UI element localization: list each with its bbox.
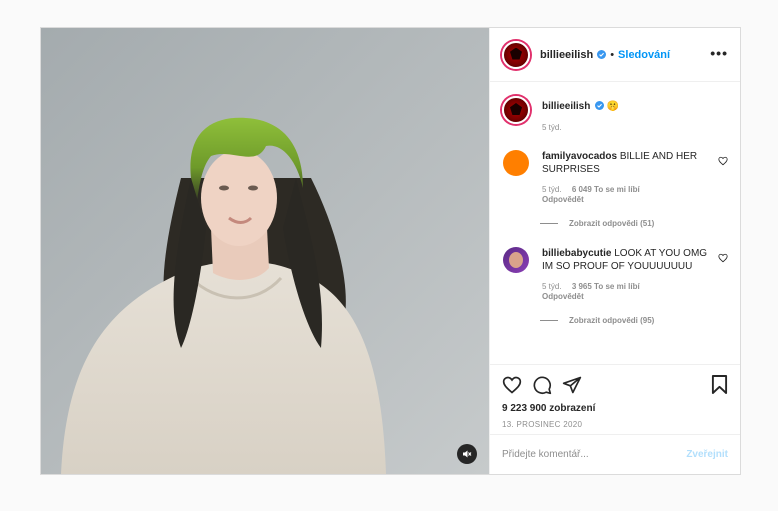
muted-speaker-icon (463, 450, 472, 458)
heart-icon[interactable] (502, 375, 522, 395)
like-comment-icon[interactable] (718, 253, 728, 263)
post-side-panel: billieeilish • Sledování ••• billieeilis… (489, 28, 740, 474)
caption: billieeilish 🤫 5 týd. (502, 96, 728, 133)
reply-button[interactable]: Odpovědět (542, 292, 710, 302)
view-replies-label: Zobrazit odpovědi (95) (569, 316, 655, 325)
post-actions: 9 223 900 zobrazení 13. PROSINEC 2020 (490, 364, 740, 434)
comment-likes[interactable]: 3 965 To se mi líbí (572, 282, 640, 291)
post-comment-button[interactable]: Zveřejnit (686, 449, 728, 460)
follow-button[interactable]: Sledování (618, 49, 670, 61)
caption-emoji: 🤫 (606, 101, 620, 112)
like-comment-icon[interactable] (718, 156, 728, 166)
comment-item: familyavocados BILLIE AND HER SURPRISES … (502, 150, 728, 205)
more-options-icon[interactable]: ••• (710, 44, 728, 62)
view-replies-button[interactable]: Zobrazit odpovědi (51) (540, 219, 728, 228)
post-date[interactable]: 13. PROSINEC 2020 (502, 420, 728, 429)
replies-divider (540, 320, 558, 321)
author-avatar[interactable] (502, 40, 530, 69)
post-video[interactable] (41, 28, 489, 474)
author-username[interactable]: billieeilish (540, 49, 593, 61)
caption-avatar[interactable] (502, 96, 530, 124)
bookmark-icon[interactable] (711, 375, 728, 394)
instagram-post: billieeilish • Sledování ••• billieeilis… (40, 27, 741, 475)
caption-time: 5 týd. (542, 123, 562, 132)
comment-time: 5 týd. (542, 185, 562, 194)
commenter-avatar[interactable] (503, 247, 529, 273)
view-replies-button[interactable]: Zobrazit odpovědi (95) (540, 316, 728, 325)
verified-badge-icon (597, 50, 607, 59)
post-header: billieeilish • Sledování ••• (490, 28, 740, 82)
video-frame (41, 28, 489, 474)
paper-plane-icon[interactable] (562, 375, 582, 395)
reply-button[interactable]: Odpovědět (542, 195, 710, 205)
comment-time: 5 týd. (542, 282, 562, 291)
comments-list[interactable]: billieeilish 🤫 5 týd. familyavocados BIL… (490, 82, 740, 364)
replies-divider (540, 223, 558, 224)
comment-username[interactable]: familyavocados (542, 151, 617, 162)
commenter-avatar[interactable] (503, 150, 529, 176)
comment-icon[interactable] (532, 375, 552, 395)
comment-item: billiebabycutie LOOK AT YOU OMG IM SO PR… (502, 247, 728, 302)
comment-likes[interactable]: 6 049 To se mi líbí (572, 185, 640, 194)
header-separator: • (610, 48, 615, 61)
verified-badge-icon (595, 101, 605, 110)
view-count[interactable]: 9 223 900 zobrazení (502, 403, 728, 414)
mute-toggle-button[interactable] (457, 444, 477, 464)
comment-input[interactable] (502, 449, 687, 460)
view-replies-label: Zobrazit odpovědi (51) (569, 219, 655, 228)
caption-username[interactable]: billieeilish (542, 101, 590, 112)
comment-username[interactable]: billiebabycutie (542, 248, 611, 259)
add-comment-form: Zveřejnit (490, 434, 740, 474)
